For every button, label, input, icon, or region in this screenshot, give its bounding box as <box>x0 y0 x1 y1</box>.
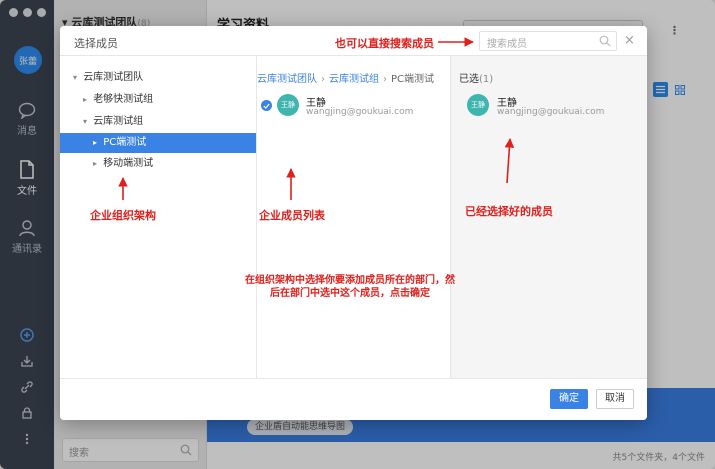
member-search-input[interactable]: 搜索成员 <box>479 31 617 51</box>
cancel-button[interactable]: 取消 <box>596 389 634 409</box>
tree-item-label: 云库测试团队 <box>83 72 144 83</box>
tree-item-mobile-test[interactable]: ▸ 移动端测试 <box>60 154 256 174</box>
dialog-title: 选择成员 <box>74 37 118 50</box>
avatar: 王静 <box>467 94 489 116</box>
tree-item-label: PC端测试 <box>103 137 147 148</box>
chevron-right-icon: ▸ <box>92 138 97 147</box>
tree-item-label: 老够快测试组 <box>93 94 154 105</box>
member-search-placeholder: 搜索成员 <box>487 39 527 50</box>
breadcrumb-separator-icon: › <box>383 74 387 85</box>
tree-item-label: 云库测试组 <box>93 116 144 127</box>
tree-item-root[interactable]: ▾ 云库测试团队 <box>60 68 256 88</box>
chevron-down-icon: ▾ <box>72 73 77 82</box>
annotation-member-list: 企业成员列表 <box>259 209 325 222</box>
breadcrumb-link[interactable]: 云库测试组 <box>329 74 379 85</box>
annotation-search-hint: 也可以直接搜索成员 <box>335 37 434 50</box>
selected-member-row[interactable]: 王静 王静 wangjing@goukuai.com <box>467 92 637 120</box>
breadcrumb: 云库测试团队 › 云库测试组 › PC端测试 <box>257 70 434 85</box>
chevron-right-icon: ▸ <box>92 159 97 168</box>
selected-label: 已选 <box>459 74 479 85</box>
chevron-down-icon: ▾ <box>82 117 87 126</box>
member-email: wangjing@goukuai.com <box>306 107 414 117</box>
confirm-button[interactable]: 确定 <box>550 389 588 409</box>
tree-item-yunku[interactable]: ▾ 云库测试组 <box>60 112 256 132</box>
checkmark-icon[interactable] <box>261 100 272 111</box>
selected-header: 已选(1) <box>459 70 493 85</box>
selected-count: (1) <box>479 74 494 85</box>
close-icon[interactable]: × <box>624 33 635 48</box>
annotation-instructions: 在组织架构中选择你要添加成员所在的部门，然后在部门中选中这个成员，点击确定 <box>245 275 455 299</box>
breadcrumb-current: PC端测试 <box>391 74 435 85</box>
tree-item-laogoukuai[interactable]: ▸ 老够快测试组 <box>60 90 256 110</box>
annotation-org-structure: 企业组织架构 <box>90 209 156 222</box>
member-email: wangjing@goukuai.com <box>497 107 605 117</box>
annotation-selected-members: 已经选择好的成员 <box>465 205 553 218</box>
chevron-right-icon: ▸ <box>82 95 87 104</box>
avatar: 王静 <box>277 94 299 116</box>
breadcrumb-link[interactable]: 云库测试团队 <box>257 74 317 85</box>
tree-item-pc-test[interactable]: ▸ PC端测试 <box>60 133 256 153</box>
select-members-dialog: 选择成员 搜索成员 × ▾ 云库测试团队 ▸ 老够快测试组 ▾ 云库测试组 ▸ … <box>60 26 647 420</box>
dialog-footer: 确定 取消 <box>60 378 647 420</box>
search-icon <box>599 35 611 47</box>
tree-item-label: 移动端测试 <box>103 158 154 169</box>
breadcrumb-separator-icon: › <box>321 74 325 85</box>
member-row[interactable]: 王静 王静 wangjing@goukuai.com <box>261 92 447 120</box>
